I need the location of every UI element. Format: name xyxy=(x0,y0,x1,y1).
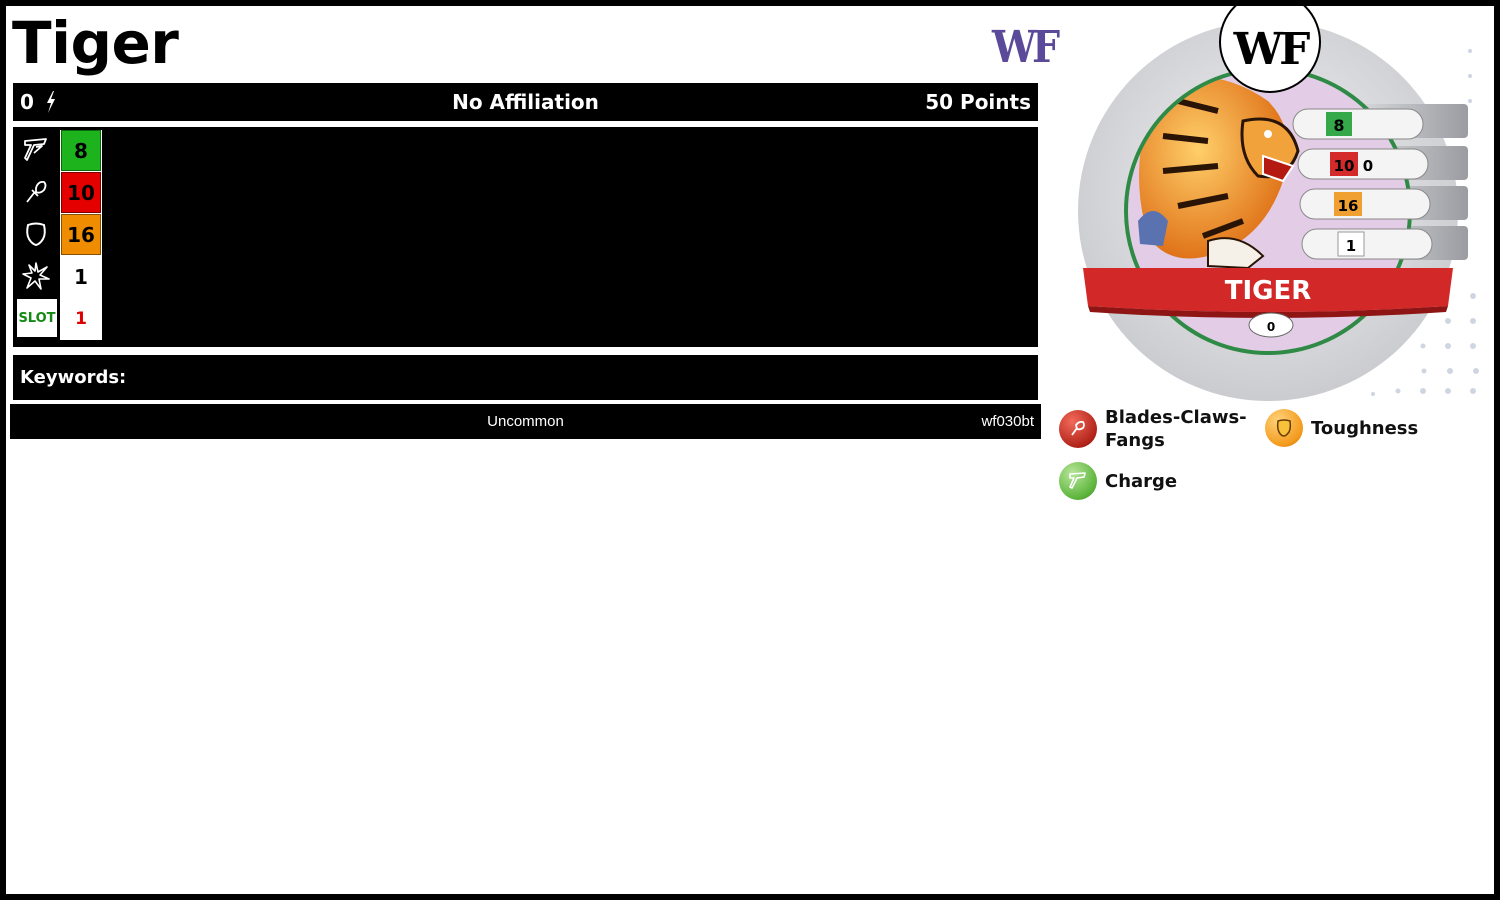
defense-icon xyxy=(15,213,57,255)
stat-value-column: 8 10 16 1 1 xyxy=(60,130,102,340)
token-name: TIGER xyxy=(1225,276,1312,306)
token-point-value: 0 xyxy=(1267,320,1275,334)
power-name-charge: Charge xyxy=(1105,470,1178,492)
token-image: 8 10 0 16 1 TIGER 0 WF xyxy=(1078,6,1479,401)
stat-icon-column: SLOT xyxy=(15,129,57,337)
slot-label: SLOT xyxy=(17,299,57,337)
damage-value: 1 xyxy=(61,256,101,297)
token-defense: 16 xyxy=(1338,197,1359,215)
charge-icon xyxy=(1059,462,1097,500)
power-name-toughness: Toughness xyxy=(1311,417,1419,439)
token-damage: 1 xyxy=(1346,237,1356,255)
defense-value: 16 xyxy=(61,214,101,255)
set-logo: WF xyxy=(992,22,1060,73)
blades-claws-fangs-icon xyxy=(1059,410,1097,448)
token-cost: 0 xyxy=(1363,157,1373,175)
card-code: wf030bt xyxy=(981,413,1034,430)
speed-icon xyxy=(15,129,57,171)
affiliation: No Affiliation xyxy=(452,90,599,114)
token-set-logo: WF xyxy=(1233,24,1310,75)
slot-value: 1 xyxy=(61,298,101,339)
info-bar: 0 No Affiliation 50 Points xyxy=(13,83,1038,121)
damage-icon xyxy=(15,255,57,297)
character-name: Tiger xyxy=(12,9,179,77)
attack-value: 10 xyxy=(61,172,101,213)
token-attack: 10 xyxy=(1334,157,1355,175)
token-speed: 8 xyxy=(1333,116,1344,135)
power-name-blades-claws-fangs: Blades-Claws- Fangs xyxy=(1105,407,1247,451)
power-charge: Charge xyxy=(1059,462,1177,500)
attack-icon xyxy=(15,171,57,213)
card-frame: Tiger WF 0 No Affiliation 50 Points SLOT… xyxy=(6,6,1494,894)
toughness-icon xyxy=(1265,409,1303,447)
footer-bar: Uncommon wf030bt xyxy=(10,404,1041,439)
keywords-label: Keywords: xyxy=(20,367,127,388)
points-value: 50 Points xyxy=(925,90,1031,114)
keywords-bar: Keywords: xyxy=(13,355,1038,400)
combat-dial: SLOT 8 10 16 1 1 xyxy=(13,127,1038,347)
power-toughness: Toughness xyxy=(1265,409,1418,447)
power-blades-claws-fangs: Blades-Claws- Fangs xyxy=(1059,406,1255,452)
rarity: Uncommon xyxy=(487,413,564,430)
speed-value: 8 xyxy=(61,130,101,171)
